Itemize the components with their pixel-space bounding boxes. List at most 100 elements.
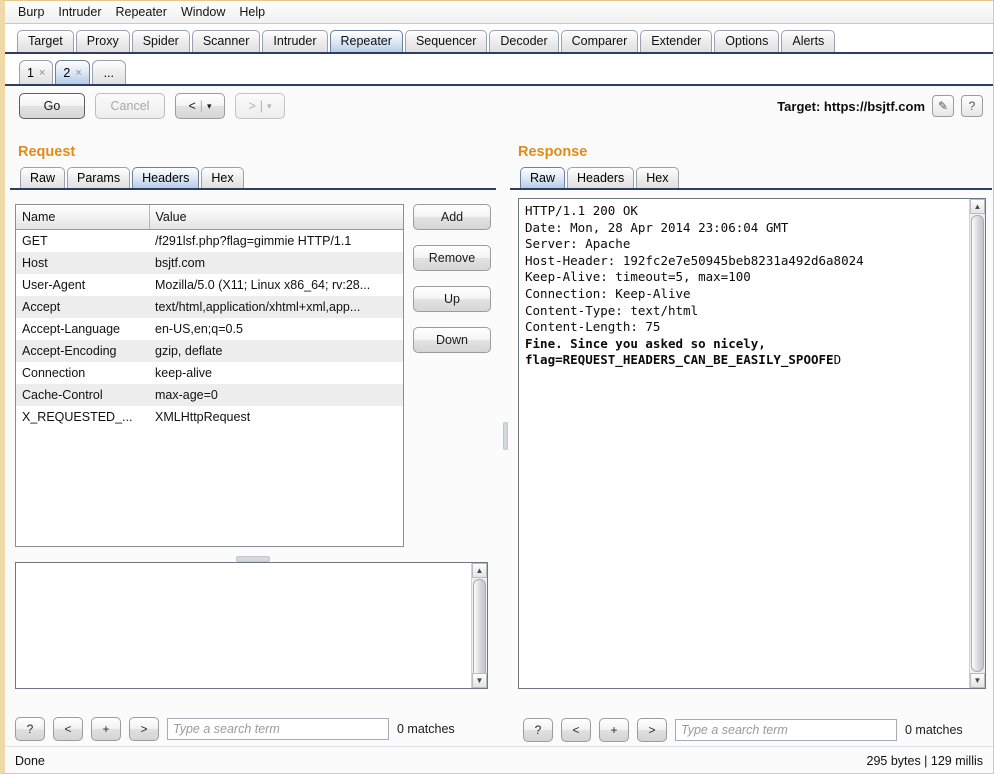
header-value[interactable]: text/html,application/xhtml+xml,app... [149, 296, 403, 318]
request-body-scrollbar[interactable]: ▲ ▼ [471, 563, 487, 688]
request-tab-raw[interactable]: Raw [20, 167, 66, 188]
table-row[interactable]: Accept-Encoding gzip, deflate [16, 340, 403, 362]
tab-options[interactable]: Options [714, 30, 780, 52]
down-button[interactable]: Down [413, 327, 491, 353]
header-value[interactable]: /f291lsf.php?flag=gimmie HTTP/1.1 [149, 229, 403, 252]
table-row[interactable]: Cache-Control max-age=0 [16, 384, 403, 406]
request-tab-hex[interactable]: Hex [201, 167, 244, 188]
search-prev-icon[interactable]: < [53, 717, 83, 741]
request-tab-headers[interactable]: Headers [132, 167, 200, 188]
tab-repeater[interactable]: Repeater [329, 30, 403, 52]
response-flag-tail: D [833, 352, 842, 368]
header-value[interactable]: Mozilla/5.0 (X11; Linux x86_64; rv:28... [149, 274, 403, 296]
search-help-icon[interactable]: ? [523, 718, 553, 742]
table-row[interactable]: X_REQUESTED_... XMLHttpRequest [16, 406, 403, 428]
header-name[interactable]: Accept-Language [16, 318, 149, 340]
response-stats-text: 295 bytes | 129 millis [866, 754, 984, 768]
response-tab-raw[interactable]: Raw [520, 167, 566, 188]
header-name[interactable]: Connection [16, 362, 149, 384]
table-row[interactable]: Accept-Language en-US,en;q=0.5 [16, 318, 403, 340]
header-name[interactable]: User-Agent [16, 274, 149, 296]
search-add-icon[interactable]: + [599, 718, 629, 742]
tab-alerts[interactable]: Alerts [781, 30, 836, 52]
repeater-tab-2[interactable]: 2 × [55, 60, 90, 84]
remove-button[interactable]: Remove [413, 245, 491, 271]
search-input[interactable] [167, 718, 389, 740]
add-button[interactable]: Add [413, 204, 491, 230]
tab-sequencer[interactable]: Sequencer [404, 30, 488, 52]
response-tab-headers[interactable]: Headers [567, 167, 635, 188]
repeater-tab-new[interactable]: ... [91, 60, 126, 84]
search-add-icon[interactable]: + [91, 717, 121, 741]
tab-spider[interactable]: Spider [131, 30, 190, 52]
tab-scanner[interactable]: Scanner [191, 30, 261, 52]
scroll-up-icon[interactable]: ▲ [970, 199, 985, 214]
response-text[interactable]: HTTP/1.1 200 OK Date: Mon, 28 Apr 2014 2… [519, 199, 985, 373]
close-icon[interactable]: × [39, 67, 45, 79]
table-row[interactable]: Connection keep-alive [16, 362, 403, 384]
repeater-tab-new-label: ... [103, 65, 114, 80]
response-body-editor[interactable]: HTTP/1.1 200 OK Date: Mon, 28 Apr 2014 2… [518, 198, 986, 689]
request-tab-params[interactable]: Params [67, 167, 131, 188]
divider-grip[interactable] [503, 422, 508, 450]
vertical-split-divider[interactable] [500, 141, 509, 729]
header-value[interactable]: en-US,en;q=0.5 [149, 318, 403, 340]
header-name[interactable]: Host [16, 252, 149, 274]
header-name[interactable]: Accept-Encoding [16, 340, 149, 362]
request-tab-strip: Raw Params Headers Hex [10, 166, 496, 190]
close-icon[interactable]: × [75, 67, 81, 79]
request-horizontal-divider[interactable] [15, 553, 488, 563]
table-row[interactable]: User-Agent Mozilla/5.0 (X11; Linux x86_6… [16, 274, 403, 296]
menu-item-help[interactable]: Help [232, 3, 272, 21]
response-tab-hex[interactable]: Hex [636, 167, 679, 188]
scroll-down-icon[interactable]: ▼ [970, 673, 985, 688]
up-button[interactable]: Up [413, 286, 491, 312]
header-value[interactable]: max-age=0 [149, 384, 403, 406]
tab-intruder[interactable]: Intruder [262, 30, 328, 52]
tab-proxy[interactable]: Proxy [75, 30, 130, 52]
help-icon[interactable]: ? [961, 95, 983, 117]
header-name[interactable]: X_REQUESTED_... [16, 406, 149, 428]
request-headers-body: GET /f291lsf.php?flag=gimmie HTTP/1.1 Ho… [16, 229, 403, 428]
scroll-down-icon[interactable]: ▼ [472, 673, 487, 688]
table-row[interactable]: GET /f291lsf.php?flag=gimmie HTTP/1.1 [16, 229, 403, 252]
request-title: Request [18, 144, 76, 160]
search-next-icon[interactable]: > [129, 717, 159, 741]
request-body-text[interactable] [16, 563, 487, 571]
header-value[interactable]: bsjtf.com [149, 252, 403, 274]
search-input[interactable] [675, 719, 897, 741]
table-row[interactable]: Accept text/html,application/xhtml+xml,a… [16, 296, 403, 318]
table-row[interactable]: Host bsjtf.com [16, 252, 403, 274]
header-name[interactable]: Accept [16, 296, 149, 318]
header-name[interactable]: Cache-Control [16, 384, 149, 406]
search-help-icon[interactable]: ? [15, 717, 45, 741]
repeater-tab-strip: 1 × 2 × ... [5, 54, 993, 86]
request-body-editor[interactable]: ▲ ▼ [15, 562, 488, 689]
menu-item-intruder[interactable]: Intruder [51, 3, 108, 21]
button-separator: | [199, 99, 204, 113]
go-button[interactable]: Go [19, 93, 85, 119]
column-header-name[interactable]: Name [16, 205, 150, 230]
scroll-up-icon[interactable]: ▲ [472, 563, 487, 578]
menu-item-repeater[interactable]: Repeater [109, 3, 174, 21]
tab-decoder[interactable]: Decoder [489, 30, 559, 52]
repeater-tab-1[interactable]: 1 × [19, 60, 54, 84]
tab-comparer[interactable]: Comparer [560, 30, 639, 52]
header-name[interactable]: GET [16, 229, 149, 252]
header-value[interactable]: gzip, deflate [149, 340, 403, 362]
scrollbar-thumb[interactable] [971, 215, 984, 672]
chevron-down-icon[interactable]: ▾ [207, 101, 212, 112]
search-prev-icon[interactable]: < [561, 718, 591, 742]
search-next-icon[interactable]: > [637, 718, 667, 742]
back-button[interactable]: < | ▾ [175, 93, 225, 119]
menu-item-burp[interactable]: Burp [11, 3, 51, 21]
column-header-value[interactable]: Value [149, 205, 403, 230]
status-divider [5, 746, 993, 747]
pencil-icon[interactable]: ✎ [932, 95, 954, 117]
menu-item-window[interactable]: Window [174, 3, 232, 21]
header-value[interactable]: keep-alive [149, 362, 403, 384]
header-value[interactable]: XMLHttpRequest [149, 406, 403, 428]
tab-target[interactable]: Target [17, 30, 74, 52]
tab-extender[interactable]: Extender [640, 30, 713, 52]
response-scrollbar[interactable]: ▲ ▼ [969, 199, 985, 688]
